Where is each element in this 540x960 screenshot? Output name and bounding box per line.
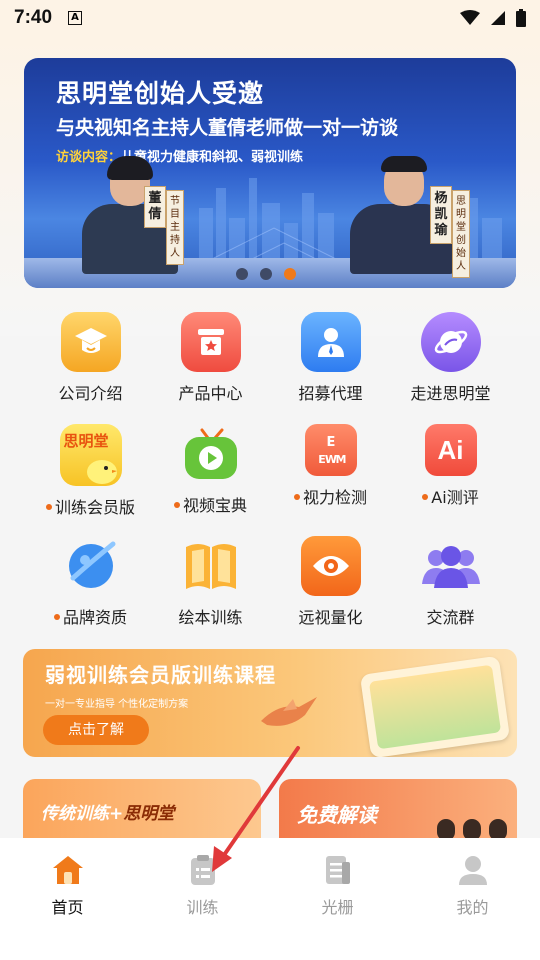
grid-label: 走进思明堂 bbox=[410, 384, 491, 403]
grid-label: 训练会员版 bbox=[23, 494, 158, 518]
grid-item-ai-assessment[interactable]: Ai Ai测评 bbox=[383, 418, 518, 518]
grid-item-training-member[interactable]: 思明堂 训练会员版 bbox=[23, 418, 158, 518]
status-bar: 7:40 A bbox=[0, 0, 540, 36]
grid-label: 交流群 bbox=[426, 608, 475, 627]
home-icon bbox=[50, 852, 86, 888]
notification-a-icon: A bbox=[68, 11, 83, 25]
tab-grating[interactable]: 光栅 bbox=[270, 852, 405, 918]
new-dot bbox=[53, 613, 60, 620]
guest-role-plate: 思明堂创始人 bbox=[452, 190, 470, 278]
host-role-plate: 节目主持人 bbox=[166, 190, 184, 265]
promo-subtitle: 一对一专业指导 个性化定制方案 bbox=[45, 699, 189, 710]
icon-text: 思明堂 bbox=[63, 432, 109, 450]
product-box-icon bbox=[180, 312, 241, 372]
carousel-dot-active[interactable] bbox=[284, 268, 296, 280]
grid-item-recruit-agent[interactable]: 招募代理 bbox=[263, 306, 398, 406]
new-dot bbox=[173, 501, 180, 508]
card-title-brand: 思明堂 bbox=[123, 804, 175, 824]
carousel-dot[interactable] bbox=[236, 268, 248, 280]
grid-label: 公司介绍 bbox=[58, 384, 123, 403]
card-title-plus: + bbox=[109, 804, 124, 824]
tab-label: 我的 bbox=[456, 898, 489, 917]
grid-label-text: 训练会员版 bbox=[54, 498, 135, 517]
course-tablet-image bbox=[359, 655, 511, 757]
tab-profile[interactable]: 我的 bbox=[405, 852, 540, 918]
brand-planet-icon bbox=[61, 536, 121, 596]
grid-label: 视频宝典 bbox=[143, 492, 278, 516]
learn-more-button[interactable]: 点击了解 bbox=[43, 715, 149, 745]
battery-icon bbox=[516, 9, 526, 27]
card-title-part: 传统训练 bbox=[41, 804, 109, 824]
eye-chart-icon: EEWM bbox=[304, 424, 357, 476]
simingtang-chick-icon: 思明堂 bbox=[59, 424, 122, 486]
grid-label: 招募代理 bbox=[298, 384, 363, 403]
grid-label-text: 品牌资质 bbox=[62, 608, 127, 627]
carousel-indicator[interactable] bbox=[236, 268, 296, 280]
tab-label: 光栅 bbox=[321, 898, 354, 917]
grid-item-video-guide[interactable]: 视频宝典 bbox=[143, 418, 278, 518]
grid-label: 远视量化 bbox=[298, 608, 363, 627]
tab-training[interactable]: 训练 bbox=[135, 852, 270, 918]
promo-banner[interactable]: 弱视训练会员版训练课程 一对一专业指导 个性化定制方案 点击了解 bbox=[23, 649, 517, 757]
grid-item-hyperopia-quantify[interactable]: 远视量化 bbox=[263, 530, 398, 630]
new-dot bbox=[45, 503, 52, 510]
bottom-tab-bar: 首页 训练 光栅 我的 bbox=[0, 838, 540, 960]
paper-plane-bird-icon bbox=[261, 697, 317, 726]
grid-label: 产品中心 bbox=[178, 384, 243, 403]
card-title: 传统训练+思明堂 bbox=[41, 799, 174, 824]
carousel-dot[interactable] bbox=[260, 268, 272, 280]
training-clipboard-icon bbox=[185, 852, 221, 888]
grid-item-about-simingtang[interactable]: 走进思明堂 bbox=[383, 306, 518, 406]
agent-person-icon bbox=[300, 312, 361, 372]
grid-item-brand-qualification[interactable]: 品牌资质 bbox=[23, 530, 158, 630]
banner-carousel[interactable]: 思明堂创始人受邀 与央视知名主持人董倩老师做一对一访谈 访谈内容：儿童视力健康和… bbox=[24, 58, 516, 288]
picture-book-icon bbox=[181, 536, 241, 596]
tab-label: 首页 bbox=[51, 898, 84, 917]
host-name-plate: 董倩 bbox=[144, 186, 166, 228]
video-tv-icon bbox=[181, 424, 241, 484]
grid-item-chat-group[interactable]: 交流群 bbox=[383, 530, 518, 630]
banner-subtitle: 与央视知名主持人董倩老师做一对一访谈 bbox=[56, 117, 399, 139]
promo-title: 弱视训练会员版训练课程 bbox=[45, 663, 276, 687]
grid-label: 品牌资质 bbox=[23, 604, 158, 628]
eye-icon bbox=[300, 536, 361, 596]
svg-text:M: M bbox=[335, 453, 346, 466]
svg-text:E: E bbox=[326, 435, 335, 450]
status-icons bbox=[460, 9, 526, 27]
cell-signal-icon bbox=[491, 11, 505, 25]
grid-item-product-center[interactable]: 产品中心 bbox=[143, 306, 278, 406]
card-title: 免费解读 bbox=[297, 803, 377, 827]
group-icon bbox=[421, 536, 481, 596]
banner-title: 思明堂创始人受邀 bbox=[56, 79, 265, 108]
status-time: 7:40 bbox=[14, 7, 53, 28]
guest-name-plate: 杨凯瑜 bbox=[430, 186, 452, 244]
grid-item-vision-test[interactable]: EEWM 视力检测 bbox=[263, 418, 398, 518]
grid-label: Ai测评 bbox=[383, 484, 518, 508]
tab-home[interactable]: 首页 bbox=[0, 852, 135, 918]
grid-label-text: 视力检测 bbox=[302, 488, 367, 507]
tab-label: 训练 bbox=[186, 898, 219, 917]
grid-label: 绘本训练 bbox=[178, 608, 243, 627]
grid-label: 视力检测 bbox=[263, 484, 398, 508]
grid-item-company-intro[interactable]: 公司介绍 bbox=[23, 306, 158, 406]
ai-icon: Ai bbox=[424, 424, 477, 476]
icon-text: Ai bbox=[437, 434, 464, 465]
graduation-cap-icon bbox=[60, 312, 121, 372]
grid-label-text: 视频宝典 bbox=[182, 496, 247, 515]
grating-doc-icon bbox=[320, 852, 356, 888]
planet-icon bbox=[420, 312, 481, 372]
new-dot bbox=[422, 493, 429, 500]
wifi-icon bbox=[460, 10, 480, 25]
profile-icon bbox=[455, 852, 491, 888]
grid-item-picture-book[interactable]: 绘本训练 bbox=[143, 530, 278, 630]
grid-label-text: Ai测评 bbox=[431, 488, 479, 507]
new-dot bbox=[293, 493, 300, 500]
